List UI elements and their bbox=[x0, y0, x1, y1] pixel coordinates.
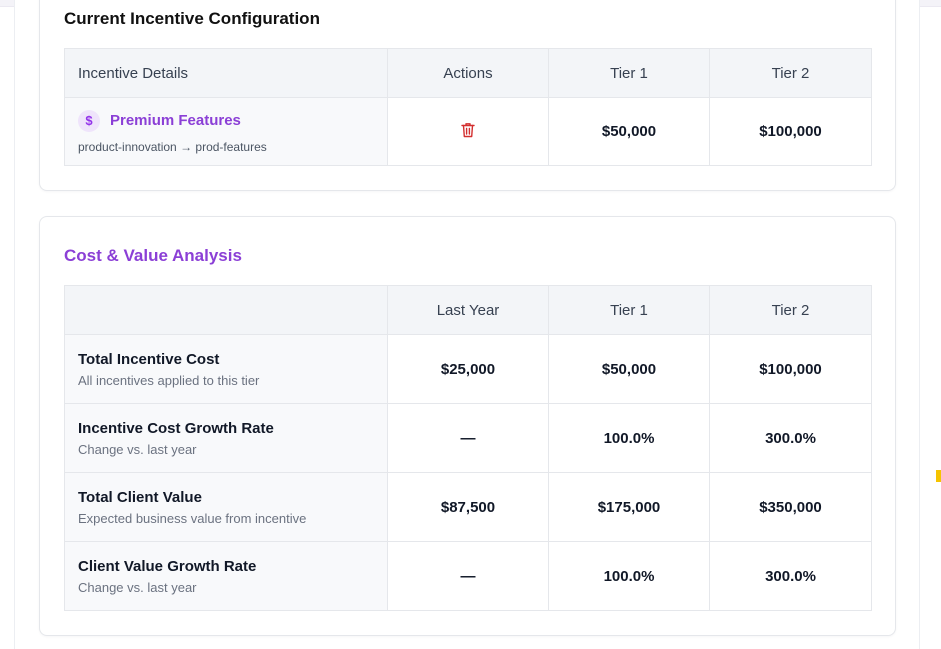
header-metric bbox=[64, 285, 388, 335]
metric-label-cell: Client Value Growth Rate Change vs. last… bbox=[64, 541, 388, 611]
incentive-path: product-innovation → prod-features bbox=[78, 139, 267, 154]
table-header-row: Last Year Tier 1 Tier 2 bbox=[64, 285, 872, 335]
actions-cell bbox=[387, 97, 549, 166]
header-last-year: Last Year bbox=[387, 285, 549, 335]
incentive-details-cell: $ Premium Features product-innovation → … bbox=[64, 97, 388, 166]
table-header-row: Incentive Details Actions Tier 1 Tier 2 bbox=[64, 48, 872, 98]
tier-2-value: $100,000 bbox=[709, 334, 872, 404]
header-tier-1: Tier 1 bbox=[548, 48, 710, 98]
incentive-config-table: Incentive Details Actions Tier 1 Tier 2 … bbox=[64, 48, 872, 166]
scroll-marker bbox=[936, 470, 941, 482]
header-tier-2: Tier 2 bbox=[709, 285, 872, 335]
tier-2-value: $350,000 bbox=[709, 472, 872, 542]
tier-1-value: $50,000 bbox=[548, 334, 710, 404]
header-tier-2: Tier 2 bbox=[709, 48, 872, 98]
tier-1-growth-value: 100.0% bbox=[548, 541, 710, 611]
config-card-title: Current Incentive Configuration bbox=[64, 9, 320, 28]
incentive-name[interactable]: Premium Features bbox=[110, 112, 241, 129]
table-row: Total Client Value Expected business val… bbox=[64, 472, 872, 542]
tier-1-growth-value: 100.0% bbox=[548, 403, 710, 473]
tier-2-growth-value: 300.0% bbox=[709, 541, 872, 611]
row-title: Total Incentive Cost bbox=[78, 350, 220, 368]
row-title: Incentive Cost Growth Rate bbox=[78, 419, 274, 437]
header-incentive-details: Incentive Details bbox=[64, 48, 388, 98]
table-row: Client Value Growth Rate Change vs. last… bbox=[64, 541, 872, 611]
header-tier-1: Tier 1 bbox=[548, 285, 710, 335]
metric-label-cell: Incentive Cost Growth Rate Change vs. la… bbox=[64, 403, 388, 473]
metric-label-cell: Total Incentive Cost All incentives appl… bbox=[64, 334, 388, 404]
row-subtitle: Expected business value from incentive bbox=[78, 510, 307, 526]
table-row: Total Incentive Cost All incentives appl… bbox=[64, 334, 872, 404]
last-year-value: — bbox=[387, 403, 549, 473]
metric-label-cell: Total Client Value Expected business val… bbox=[64, 472, 388, 542]
trash-icon[interactable] bbox=[461, 122, 475, 142]
row-subtitle: All incentives applied to this tier bbox=[78, 372, 260, 388]
row-subtitle: Change vs. last year bbox=[78, 441, 197, 457]
analysis-card-title: Cost & Value Analysis bbox=[64, 246, 242, 265]
row-subtitle: Change vs. last year bbox=[78, 579, 197, 595]
table-row: $ Premium Features product-innovation → … bbox=[64, 97, 872, 166]
row-title: Total Client Value bbox=[78, 488, 202, 506]
cost-value-table: Last Year Tier 1 Tier 2 Total Incentive … bbox=[64, 285, 872, 611]
dollar-icon: $ bbox=[78, 109, 100, 132]
last-year-value: $87,500 bbox=[387, 472, 549, 542]
last-year-value: — bbox=[387, 541, 549, 611]
row-title: Client Value Growth Rate bbox=[78, 557, 257, 575]
tier-1-value: $175,000 bbox=[548, 472, 710, 542]
table-row: Incentive Cost Growth Rate Change vs. la… bbox=[64, 403, 872, 473]
last-year-value: $25,000 bbox=[387, 334, 549, 404]
tier-2-growth-value: 300.0% bbox=[709, 403, 872, 473]
tier-1-value: $50,000 bbox=[548, 97, 710, 166]
tier-2-value: $100,000 bbox=[709, 97, 872, 166]
header-actions: Actions bbox=[387, 48, 549, 98]
